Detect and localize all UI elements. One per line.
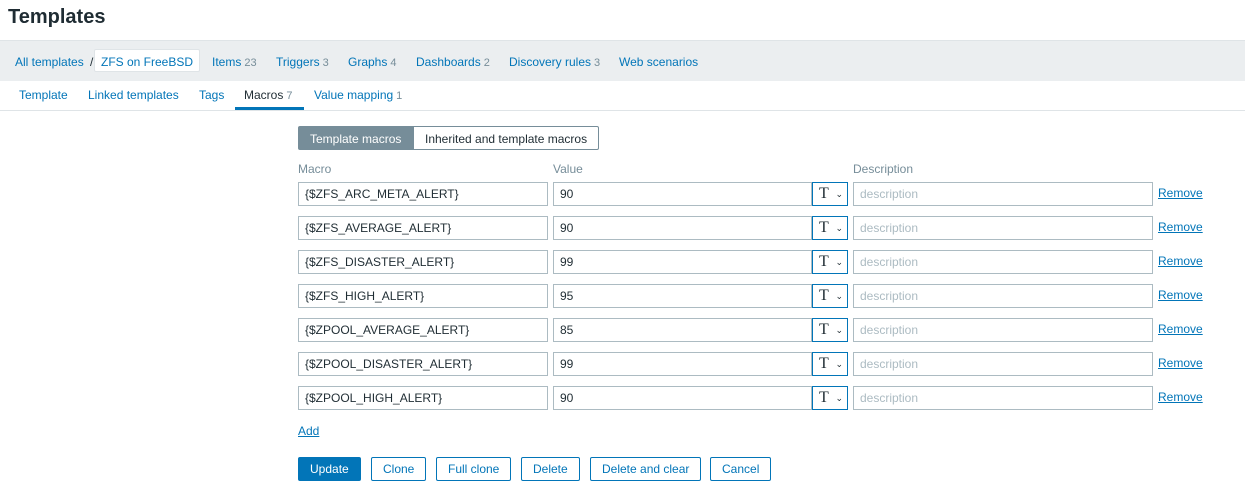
value-type-dropdown[interactable]: T ⌄ [812,352,848,376]
breadcrumb-all-templates[interactable]: All templates [15,55,84,69]
macro-name-input[interactable] [298,216,548,240]
chevron-down-icon: ⌄ [835,257,843,267]
remove-macro-link[interactable]: Remove [1158,322,1203,336]
macro-name-input[interactable] [298,250,548,274]
nav-dashboards-count: 2 [483,57,490,69]
page-title: Templates [8,6,106,28]
macro-description-input[interactable] [853,386,1153,410]
nav-items-label: Items [212,55,242,69]
nav-graphs[interactable]: Graphs 4 [348,55,396,69]
full-clone-button[interactable]: Full clone [436,457,512,481]
macro-value-input[interactable] [553,250,812,274]
macro-name-input[interactable] [298,386,548,410]
macro-name-input[interactable] [298,182,548,206]
macro-name-input[interactable] [298,318,548,342]
chevron-down-icon: ⌄ [835,291,843,301]
tab-linked-templates[interactable]: Linked templates [88,88,179,102]
chevron-down-icon: ⌄ [835,189,843,199]
nav-triggers[interactable]: Triggers 3 [276,55,329,69]
tab-bar: Template Linked templates Tags Macros 7 V… [0,81,1245,111]
tab-template[interactable]: Template [19,88,68,102]
nav-discovery-rules[interactable]: Discovery rules 3 [509,55,600,69]
text-type-icon: T [819,355,829,372]
clone-button[interactable]: Clone [371,457,427,481]
remove-macro-link[interactable]: Remove [1158,186,1203,200]
nav-items[interactable]: Items 23 [212,55,257,69]
cancel-button[interactable]: Cancel [710,457,772,481]
macro-description-input[interactable] [853,216,1153,240]
tab-value-mapping-label: Value mapping [314,88,394,102]
text-type-icon: T [819,321,829,338]
value-type-dropdown[interactable]: T ⌄ [812,250,848,274]
remove-macro-link[interactable]: Remove [1158,220,1203,234]
value-type-dropdown[interactable]: T ⌄ [812,386,848,410]
inherited-macros-toggle[interactable]: Inherited and template macros [413,126,600,150]
tab-macros[interactable]: Macros 7 [244,88,292,102]
text-type-icon: T [819,219,829,236]
macro-description-input[interactable] [853,318,1153,342]
macro-name-input[interactable] [298,284,548,308]
nav-discovery-rules-label: Discovery rules [509,55,592,69]
active-tab-indicator [235,107,304,110]
delete-button[interactable]: Delete [521,457,580,481]
macro-name-input[interactable] [298,352,548,376]
breadcrumb-separator: / [90,55,94,69]
remove-macro-link[interactable]: Remove [1158,356,1203,370]
value-type-dropdown[interactable]: T ⌄ [812,284,848,308]
macro-description-input[interactable] [853,284,1153,308]
update-button[interactable]: Update [298,457,361,481]
tab-macros-count: 7 [286,90,293,102]
remove-macro-link[interactable]: Remove [1158,288,1203,302]
tab-value-mapping[interactable]: Value mapping 1 [314,88,402,102]
macro-column-header: Macro [298,162,332,176]
chevron-down-icon: ⌄ [835,359,843,369]
value-type-dropdown[interactable]: T ⌄ [812,318,848,342]
nav-dashboards-label: Dashboards [416,55,481,69]
macro-value-input[interactable] [553,284,812,308]
macro-value-input[interactable] [553,352,812,376]
macro-value-input[interactable] [553,216,812,240]
macro-description-input[interactable] [853,182,1153,206]
tab-tags[interactable]: Tags [199,88,224,102]
macro-value-input[interactable] [553,182,812,206]
description-column-header: Description [853,162,914,176]
value-type-dropdown[interactable]: T ⌄ [812,182,848,206]
macro-description-input[interactable] [853,250,1153,274]
chevron-down-icon: ⌄ [835,393,843,403]
delete-and-clear-button[interactable]: Delete and clear [590,457,702,481]
breadcrumb-current-template[interactable]: ZFS on FreeBSD [94,49,201,72]
chevron-down-icon: ⌄ [835,325,843,335]
nav-triggers-count: 3 [322,57,329,69]
macro-description-input[interactable] [853,352,1153,376]
chevron-down-icon: ⌄ [835,223,843,233]
tab-macros-label: Macros [244,88,284,102]
nav-triggers-label: Triggers [276,55,320,69]
text-type-icon: T [819,389,829,406]
remove-macro-link[interactable]: Remove [1158,254,1203,268]
text-type-icon: T [819,253,829,270]
nav-web-scenarios[interactable]: Web scenarios [619,55,698,69]
nav-graphs-count: 4 [390,57,397,69]
remove-macro-link[interactable]: Remove [1158,390,1203,404]
value-type-dropdown[interactable]: T ⌄ [812,216,848,240]
add-macro-link[interactable]: Add [298,424,319,438]
nav-items-count: 23 [244,57,257,69]
nav-web-scenarios-label: Web scenarios [619,55,699,69]
text-type-icon: T [819,287,829,304]
nav-dashboards[interactable]: Dashboards 2 [416,55,490,69]
macro-value-input[interactable] [553,318,812,342]
macro-value-input[interactable] [553,386,812,410]
template-macros-toggle[interactable]: Template macros [298,126,414,150]
nav-discovery-rules-count: 3 [594,57,601,69]
text-type-icon: T [819,185,829,202]
tab-value-mapping-count: 1 [396,90,403,102]
nav-graphs-label: Graphs [348,55,388,69]
value-column-header: Value [553,162,583,176]
